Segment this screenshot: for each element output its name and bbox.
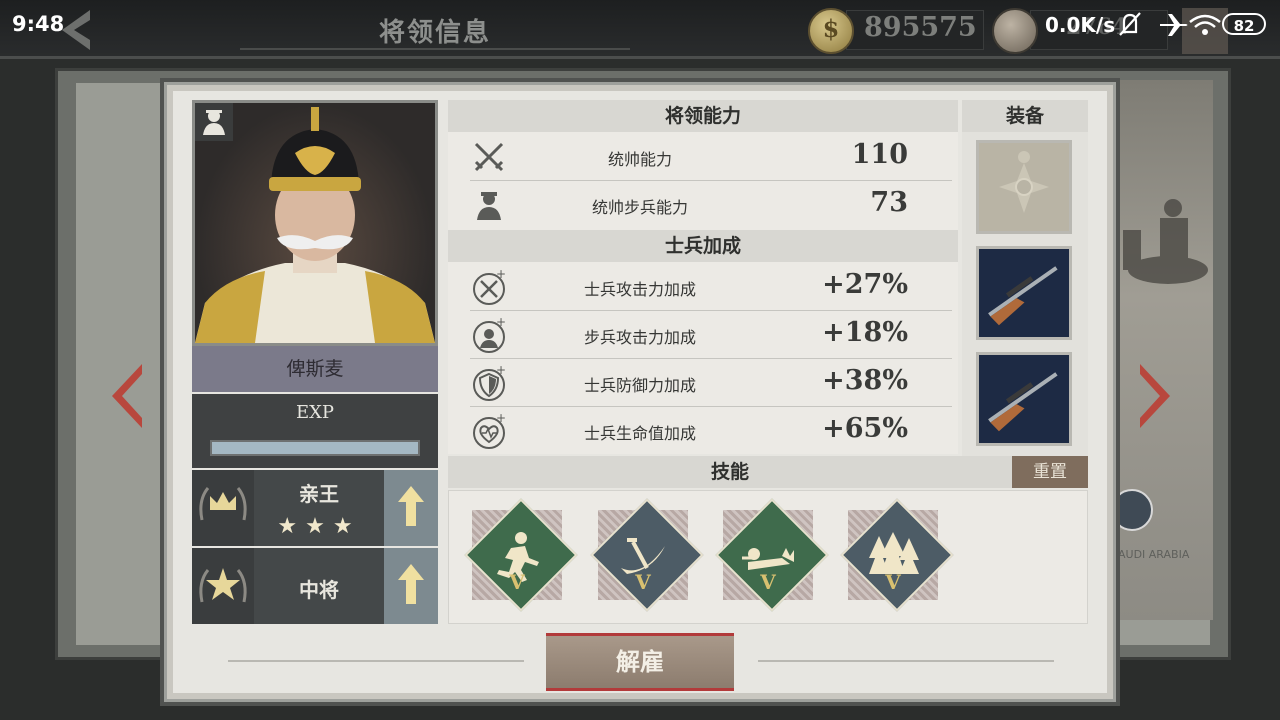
skill-slot[interactable]: V: [584, 498, 704, 616]
ability-label: 统帅步兵能力: [591, 198, 688, 217]
airplane-mode-icon: [1160, 14, 1188, 36]
ability-row: 统帅能力 110: [470, 134, 952, 181]
mute-bell-icon: [1119, 12, 1141, 36]
title-stars: ★★★: [277, 514, 361, 539]
bonus-row: + 士兵攻击力加成 +27%: [470, 264, 952, 311]
skill-slot[interactable]: V: [458, 498, 578, 616]
bonus-value: +27%: [822, 269, 908, 300]
noble-title: 亲王: [299, 482, 339, 506]
skill-slot[interactable]: V: [834, 498, 954, 616]
equipment-slot-weapon[interactable]: [976, 246, 1072, 340]
exp-section: EXP: [192, 394, 438, 468]
svg-text:+: +: [496, 412, 506, 425]
crossed-swords-icon: [474, 142, 504, 172]
background-photo: [1111, 80, 1213, 620]
exp-progress-fill: [212, 442, 418, 454]
crown-laurel-icon: [192, 470, 254, 546]
ability-value: 110: [851, 139, 908, 170]
skill-level: V: [885, 570, 901, 594]
decorative-line: [758, 660, 1054, 662]
map-label: AUDI ARABIA: [1118, 548, 1190, 561]
bonus-row: + 士兵防御力加成 +38%: [470, 360, 952, 407]
bonuses-header: 士兵加成: [448, 230, 958, 262]
skill-level: V: [509, 570, 525, 594]
equipment-slot-medal[interactable]: [976, 140, 1072, 234]
bonus-label: 士兵攻击力加成: [583, 280, 696, 299]
equipment-header: 装备: [962, 100, 1088, 132]
network-speed: 0.0K/s: [1045, 13, 1116, 37]
shield-plus-icon: +: [473, 364, 506, 401]
svg-text:+: +: [496, 268, 506, 281]
reset-skills-button[interactable]: 重置: [1012, 456, 1088, 488]
iron-cross-medal-icon: [999, 151, 1049, 213]
bonus-label: 士兵防御力加成: [583, 376, 696, 395]
infantry-soldier-icon: [477, 192, 501, 220]
abilities-header: 将领能力: [448, 100, 958, 132]
soldier-plus-icon: +: [473, 316, 506, 353]
star-laurel-icon: [192, 548, 254, 624]
general-portrait: [192, 100, 438, 346]
bonus-value: +18%: [822, 317, 908, 348]
bonus-label: 士兵生命值加成: [583, 424, 696, 443]
military-rank-row: 中将: [192, 548, 438, 624]
battery-indicator: 82: [1222, 13, 1266, 35]
rifle-icon: [988, 266, 1058, 326]
sword-plus-icon: +: [473, 268, 506, 305]
ability-row: 统帅步兵能力 73: [470, 182, 952, 228]
next-general-arrow-icon[interactable]: [1138, 362, 1174, 430]
equipment-slot-weapon[interactable]: [976, 352, 1072, 446]
rifle-icon: [988, 372, 1058, 432]
gold-coin-icon: $: [808, 8, 854, 54]
upgrade-title-button[interactable]: [384, 470, 438, 546]
military-rank: 中将: [299, 578, 339, 602]
bonus-value: +38%: [822, 365, 908, 396]
noble-title-row: 亲王 ★★★: [192, 470, 438, 546]
exp-label: EXP: [295, 402, 335, 423]
infantry-class-icon: [195, 103, 233, 141]
prev-general-arrow-icon[interactable]: [108, 362, 144, 430]
silver-coin-icon: [992, 8, 1038, 54]
svg-text:+: +: [496, 316, 506, 329]
page-title: 将领信息: [378, 18, 491, 48]
dismiss-general-button[interactable]: 解雇: [546, 633, 734, 691]
svg-text:+: +: [496, 364, 506, 377]
back-arrow-icon[interactable]: [56, 8, 96, 52]
exp-progress-bar: [210, 440, 420, 456]
bonus-row: + 步兵攻击力加成 +18%: [470, 312, 952, 359]
skill-level: V: [635, 570, 651, 594]
upgrade-rank-button[interactable]: [384, 548, 438, 624]
skills-header: 技能: [448, 456, 1012, 488]
gold-amount: 895575: [864, 12, 977, 43]
ability-value: 73: [870, 187, 908, 218]
bonus-row: + 士兵生命值加成 +65%: [470, 408, 952, 454]
ability-label: 统帅能力: [607, 150, 672, 169]
general-name: 俾斯麦: [192, 346, 438, 392]
bonus-label: 步兵攻击力加成: [583, 328, 696, 347]
title-underline: [240, 48, 630, 50]
wifi-icon: [1189, 14, 1221, 35]
skill-level: V: [760, 570, 776, 594]
decorative-line: [228, 660, 524, 662]
bonus-value: +65%: [822, 413, 908, 444]
heart-plus-icon: +: [473, 412, 506, 449]
skill-slot[interactable]: V: [709, 498, 829, 616]
